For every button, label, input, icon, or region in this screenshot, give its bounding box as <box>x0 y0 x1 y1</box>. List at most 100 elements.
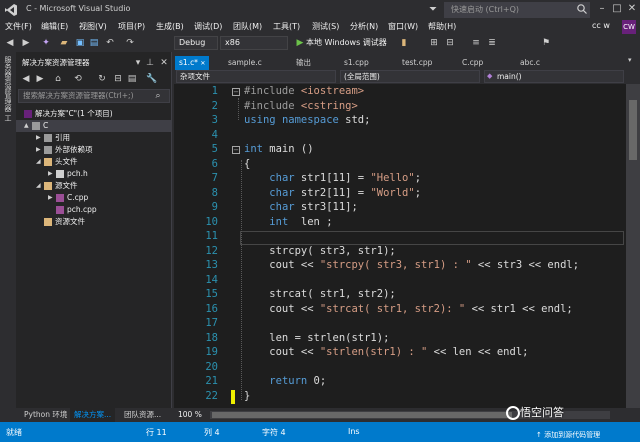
back-icon[interactable]: ◀ <box>20 73 32 85</box>
code-line[interactable]: cout << "strlen(str1) : " << len << endl… <box>244 345 528 360</box>
tab-c-cpp[interactable]: C.cpp <box>462 56 483 70</box>
pin-icon[interactable]: ⊥ <box>144 57 156 69</box>
notification-filter-icon[interactable]: ⏷ <box>426 3 440 17</box>
tree-file-pch-h[interactable]: ▶ pch.h <box>48 168 88 180</box>
tree-file-c-cpp[interactable]: ▶ C.cpp <box>48 192 88 204</box>
menu-edit[interactable]: 编辑(E) <box>41 20 68 34</box>
refresh-icon[interactable]: ↻ <box>96 73 108 85</box>
menu-test[interactable]: 测试(S) <box>312 20 339 34</box>
back-icon[interactable]: ◀ <box>4 37 16 49</box>
properties-icon[interactable]: 🔧 <box>146 73 158 85</box>
fold-collapse-icon[interactable]: − <box>232 146 240 154</box>
server-explorer-tab[interactable]: 服务器资源管理器 工具箱 <box>2 56 14 126</box>
menu-file[interactable]: 文件(F) <box>5 20 32 34</box>
menu-debug[interactable]: 调试(D) <box>194 20 222 34</box>
horizontal-scroll-thumb[interactable] <box>212 412 512 418</box>
tab-abc-c[interactable]: abc.c <box>520 56 540 70</box>
toolbar-extra-icon[interactable]: ▮ <box>398 37 410 49</box>
new-project-icon[interactable]: ✦ <box>40 37 52 49</box>
solution-search-input[interactable]: 搜索解决方案资源管理器(Ctrl+;) <box>18 89 170 103</box>
tab-list-dropdown-icon[interactable]: ▾ <box>628 56 632 64</box>
tab-output[interactable]: 输出 <box>296 56 311 70</box>
tree-resource-files[interactable]: 资源文件 <box>44 216 85 228</box>
collapse-icon[interactable]: ⊟ <box>112 73 124 85</box>
code-line[interactable]: char str2[11] = "World"; <box>244 186 421 201</box>
code-line[interactable]: #include <cstring> <box>244 99 358 114</box>
close-button[interactable]: ✕ <box>624 0 640 18</box>
tree-references[interactable]: ▶ 引用 <box>36 132 70 144</box>
menu-tools[interactable]: 工具(T) <box>273 20 300 34</box>
menu-window[interactable]: 窗口(W) <box>388 20 418 34</box>
tree-solution[interactable]: 解决方案"C"(1 个项目) <box>24 108 113 120</box>
tab-solution-explorer[interactable]: 解决方案... <box>70 408 116 422</box>
code-line[interactable]: { <box>244 157 250 172</box>
forward-icon[interactable]: ▶ <box>20 37 32 49</box>
code-line[interactable]: char str3[11]; <box>244 200 358 215</box>
user-name[interactable]: cc w <box>592 21 618 30</box>
open-folder-icon[interactable]: ▰ <box>58 37 70 49</box>
tab-s1-c[interactable]: s1.c* ✕ <box>175 56 210 70</box>
tab-sample-c[interactable]: sample.c <box>228 56 262 70</box>
tab-s1-cpp[interactable]: s1.cpp <box>344 56 369 70</box>
code-line[interactable]: int main () <box>244 142 314 157</box>
menu-analyze[interactable]: 分析(N) <box>350 20 378 34</box>
menu-project[interactable]: 项目(P) <box>118 20 145 34</box>
menu-help[interactable]: 帮助(H) <box>428 20 456 34</box>
quick-launch-input[interactable]: 快速启动 (Ctrl+Q) <box>444 2 590 18</box>
undo-icon[interactable]: ↶ <box>104 37 116 49</box>
project-nav-select[interactable]: 杂项文件 <box>176 70 336 83</box>
code-line[interactable]: cout << "strcpy( str3, str1) : " << str3… <box>244 258 579 273</box>
toolbar-tool-icon[interactable]: ⊞ <box>428 37 440 49</box>
home-icon[interactable]: ⌂ <box>52 73 64 85</box>
user-avatar[interactable]: CW <box>622 20 636 34</box>
tree-file-pch-cpp[interactable]: pch.cpp <box>56 204 97 216</box>
menu-view[interactable]: 视图(V) <box>79 20 107 34</box>
tab-team-explorer[interactable]: 团队资源... <box>120 408 165 422</box>
member-nav-select[interactable]: ◆ main() <box>484 70 624 83</box>
code-line[interactable]: using namespace std; <box>244 113 370 128</box>
toolbar-tool-icon[interactable]: ≣ <box>486 37 498 49</box>
bookmark-icon[interactable]: ⚑ <box>540 37 552 49</box>
save-icon[interactable]: ▣ <box>74 37 86 49</box>
close-icon[interactable]: ✕ <box>158 57 170 69</box>
code-line[interactable]: return 0; <box>244 374 326 389</box>
dropdown-icon[interactable]: ▾ <box>132 57 144 69</box>
code-line[interactable]: strcat( str1, str2); <box>244 287 395 302</box>
minimize-button[interactable]: – <box>594 0 610 18</box>
sync-icon[interactable]: ⟲ <box>72 73 84 85</box>
code-line[interactable]: strcpy( str3, str1); <box>244 244 395 259</box>
tree-header-files[interactable]: ◢ 头文件 <box>36 156 78 168</box>
toolbar-tool-icon[interactable]: ≡ <box>470 37 482 49</box>
platform-select[interactable]: x86 <box>220 36 288 50</box>
code-line[interactable]: len = strlen(str1); <box>244 331 389 346</box>
scope-nav-select[interactable]: (全局范围) <box>340 70 480 83</box>
tab-python-env[interactable]: Python 环境 <box>20 408 71 422</box>
tab-close-icon[interactable]: ✕ <box>200 60 205 67</box>
menu-build[interactable]: 生成(B) <box>156 20 184 34</box>
show-all-icon[interactable]: ▤ <box>126 73 138 85</box>
source-control-button[interactable]: ↑ 添加到源代码管理 <box>536 430 600 440</box>
code-line[interactable]: cout << "strcat( str1, str2): " << str1 … <box>244 302 572 317</box>
fold-collapse-icon[interactable]: − <box>232 88 240 96</box>
code-line[interactable]: } <box>244 389 250 404</box>
zoom-level[interactable]: 100 % <box>178 410 202 419</box>
menu-team[interactable]: 团队(M) <box>233 20 262 34</box>
tree-external-deps[interactable]: ▶ 外部依赖项 <box>36 144 93 156</box>
tree-project[interactable]: ▲ C <box>24 120 48 132</box>
tab-test-cpp[interactable]: test.cpp <box>402 56 432 70</box>
vertical-scroll-thumb[interactable] <box>629 100 637 160</box>
run-button[interactable]: 本地 Windows 调试器 <box>306 36 387 50</box>
code-line[interactable]: #include <iostream> <box>244 84 364 99</box>
tree-source-files[interactable]: ◢ 源文件 <box>36 180 78 192</box>
configuration-select[interactable]: Debug <box>174 36 218 50</box>
start-debug-icon[interactable]: ▶ <box>294 37 306 49</box>
search-icon[interactable] <box>576 3 588 15</box>
save-all-icon[interactable]: ▤ <box>88 37 100 49</box>
toolbar-tool-icon[interactable]: ⊟ <box>444 37 456 49</box>
search-icon[interactable]: ⌕ <box>152 90 164 102</box>
maximize-button[interactable]: □ <box>609 0 625 18</box>
code-line[interactable]: char str1[11] = "Hello"; <box>244 171 421 186</box>
forward-icon[interactable]: ▶ <box>34 73 46 85</box>
redo-icon[interactable]: ↷ <box>124 37 136 49</box>
code-line[interactable]: int len ; <box>244 215 332 230</box>
